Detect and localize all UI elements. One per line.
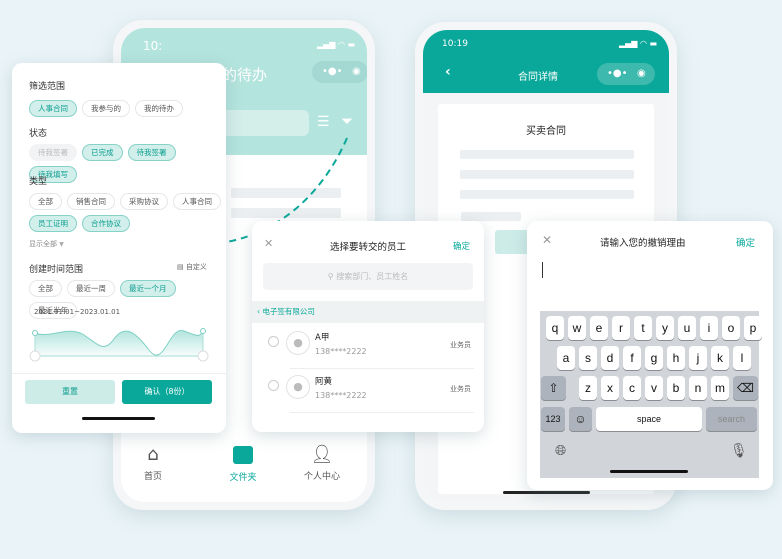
radio-button[interactable] [268,336,279,347]
filter-chip[interactable]: 全部 [29,280,62,297]
key-l[interactable]: l [733,346,751,370]
key-a[interactable]: a [557,346,575,370]
space-key[interactable]: space [596,407,702,431]
close-icon[interactable]: ✕ [542,233,552,247]
status-label: 状态 [29,129,48,139]
avatar: ● [286,331,310,355]
show-all-label: 显示全部 [29,240,57,248]
filter-chip[interactable]: 员工证明 [29,215,77,232]
home-indicator [610,470,688,473]
key-m[interactable]: m [711,376,729,400]
date-range-text: 2021.01.01~2023.01.01 [34,308,121,316]
filter-panel: 筛选范围 人事合同 我参与的 我的待办 状态 待我签署 已完成 待我签署 待我填写 类型 … [12,63,226,433]
key-y[interactable]: y [656,316,674,340]
home-indicator [82,417,155,420]
employee-search[interactable]: ⚲ 搜索部门、员工姓名 [263,263,473,290]
filter-chip[interactable]: 我的待办 [135,100,183,117]
company-breadcrumb[interactable]: ‹ 电子签有限公司 [252,301,484,323]
key-r[interactable]: r [612,316,630,340]
search-key[interactable]: search [706,407,757,431]
filter-chip: 待我签署 [29,144,77,161]
delete-key[interactable]: ⌫ [733,376,758,400]
globe-icon[interactable]: 🌐︎ [555,443,566,459]
filter-chip[interactable]: 合作协议 [82,215,130,232]
filter-chip[interactable]: 待我签署 [127,144,176,161]
chevron-left-icon: ‹ [257,307,260,316]
radio-button[interactable] [268,380,279,391]
filter-chip[interactable]: 最近一周 [67,280,115,297]
panel-title: 请输入您的撤销理由 [600,238,686,249]
key-b[interactable]: b [667,376,685,400]
revoke-panel: ✕ 请输入您的撤销理由 确定 q w e r t y u i o p a s d f g h j k l ⇧ z x c v b… [527,221,773,490]
key-x[interactable]: x [601,376,619,400]
custom-label: 自定义 [185,263,207,271]
slider-handle-end [197,350,209,362]
filter-chip[interactable]: 人事合同 [29,100,77,117]
type-chips: 全部 销售合同 采购协议 人事合同员工证明 合作协议 [29,193,225,232]
search-icon: ⚲ [327,272,334,281]
type-label: 类型 [29,177,48,187]
filter-chip[interactable]: 销售合同 [67,193,115,210]
employee-phone: 138****2222 [315,347,367,356]
slider-handle-start [29,350,41,362]
filter-chip[interactable]: 我参与的 [82,100,130,117]
time-label: 创建时间范围 [29,265,84,275]
key-s[interactable]: s [579,346,597,370]
show-all-toggle[interactable]: 显示全部 ▼ [29,239,64,249]
scope-label: 筛选范围 [29,82,66,92]
key-i[interactable]: i [700,316,718,340]
search-placeholder: 搜索部门、员工姓名 [336,272,409,281]
key-e[interactable]: e [590,316,608,340]
scope-chips: 人事合同 我参与的 我的待办 [29,100,219,117]
range-slider-chart[interactable] [29,325,209,365]
key-q[interactable]: q [546,316,564,340]
key-d[interactable]: d [601,346,619,370]
filter-chip[interactable]: 全部 [29,193,62,210]
key-v[interactable]: v [645,376,663,400]
revoke-confirm[interactable]: 确定 [736,235,755,249]
calendar-icon: ▤ [177,263,184,271]
employee-name: 阿黄 [315,377,333,387]
key-c[interactable]: c [623,376,641,400]
key-p[interactable]: p [744,316,762,340]
text-cursor [542,262,543,278]
company-name: 电子签有限公司 [262,307,315,316]
key-n[interactable]: n [689,376,707,400]
filter-chip[interactable]: 人事合同 [173,193,221,210]
panel-title: 选择要转交的员工 [329,242,406,253]
keyboard: q w e r t y u i o p a s d f g h j k l ⇧ z x c v b n m ⌫ 123 ☺ space sea… [540,311,762,478]
emoji-key[interactable]: ☺ [569,407,592,431]
key-k[interactable]: k [711,346,729,370]
reset-button[interactable]: 重置 [25,380,115,404]
employee-confirm[interactable]: 确定 [453,240,470,252]
numbers-key[interactable]: 123 [541,407,565,431]
key-g[interactable]: g [645,346,663,370]
key-w[interactable]: w [568,316,586,340]
employee-name: A甲 [315,333,330,343]
filter-chip[interactable]: 最近一个月 [120,280,176,297]
employee-row[interactable]: ● A甲 138****2222 业务员 [252,331,484,375]
microphone-icon[interactable]: 🎙︎ [730,443,748,459]
key-t[interactable]: t [634,316,652,340]
shift-key[interactable]: ⇧ [541,376,566,400]
key-h[interactable]: h [667,346,685,370]
filter-chip[interactable]: 采购协议 [120,193,168,210]
key-o[interactable]: o [722,316,740,340]
key-z[interactable]: z [579,376,597,400]
key-u[interactable]: u [678,316,696,340]
caret-down-icon: ▼ [59,241,64,248]
reason-input[interactable] [542,259,762,299]
employee-phone: 138****2222 [315,391,367,400]
key-f[interactable]: f [623,346,641,370]
key-j[interactable]: j [689,346,707,370]
avatar: ● [286,375,310,399]
filter-chip[interactable]: 已完成 [82,144,123,161]
custom-range-button[interactable]: ▤ 自定义 [177,262,207,272]
confirm-button[interactable]: 确认（8份） [122,380,212,404]
employee-panel: ✕ 选择要转交的员工 确定 ⚲ 搜索部门、员工姓名 ‹ 电子签有限公司 ● A甲… [252,221,484,432]
employee-role: 业务员 [450,341,471,349]
employee-role: 业务员 [450,385,471,393]
employee-row[interactable]: ● 阿黄 138****2222 业务员 [252,375,484,419]
status-chips: 待我签署 已完成 待我签署 待我填写 [29,144,219,183]
